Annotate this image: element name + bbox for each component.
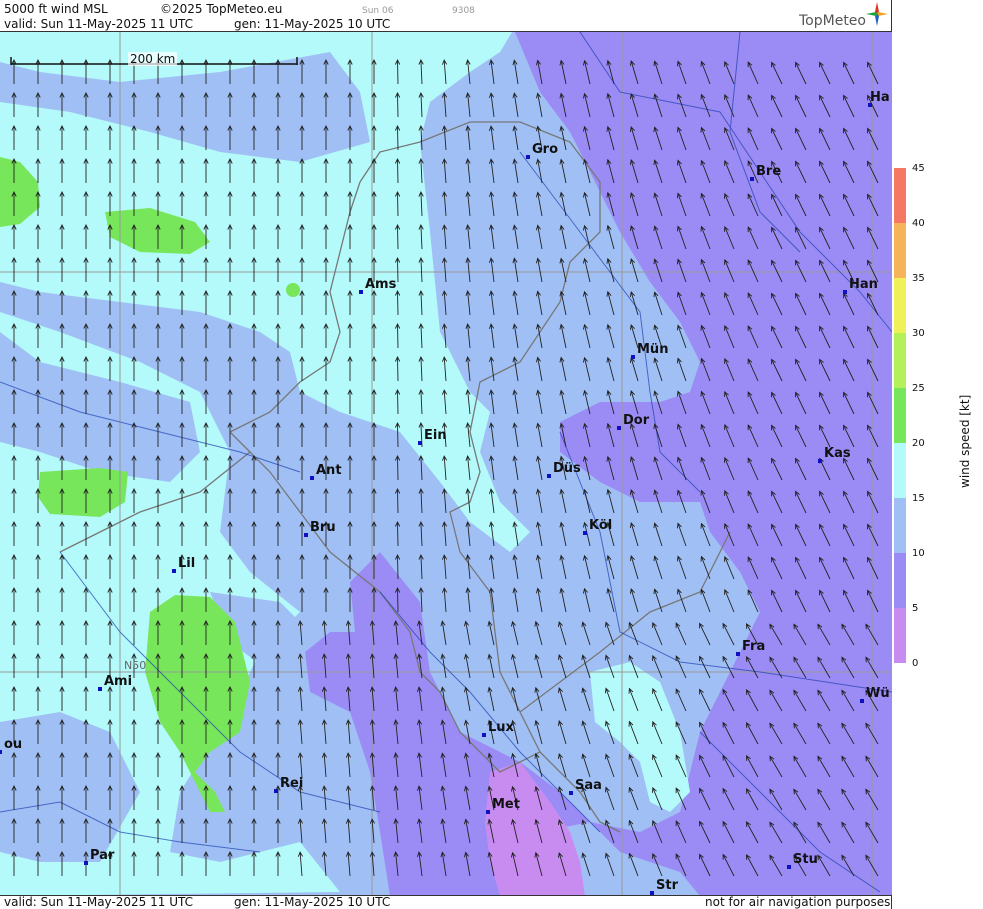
legend-tick: 30 <box>912 328 925 339</box>
city-label: Fra <box>742 639 766 654</box>
legend-title: wind speed [kt] <box>958 394 972 488</box>
legend-tick: 40 <box>912 218 925 229</box>
legend-tick: 10 <box>912 548 925 559</box>
city-marker <box>0 750 2 754</box>
city-label: Dor <box>623 413 650 428</box>
generated-time: gen: 11-May-2025 10 UTC <box>234 17 391 31</box>
compass-star-icon <box>866 2 888 26</box>
product-title: 5000 ft wind MSL <box>4 2 108 16</box>
city-marker <box>631 355 635 359</box>
city-marker <box>818 459 822 463</box>
city-marker <box>569 791 573 795</box>
city-label: Ant <box>316 463 342 478</box>
city-marker <box>418 441 422 445</box>
scale-label: 200 km <box>128 52 178 66</box>
city-marker <box>843 290 847 294</box>
footer-generated-time: gen: 11-May-2025 10 UTC <box>234 895 391 909</box>
city-label: Par <box>90 848 115 863</box>
city-marker <box>583 531 587 535</box>
city-marker <box>172 569 176 573</box>
city-marker <box>787 865 791 869</box>
city-marker <box>617 426 621 430</box>
legend-tick: 5 <box>912 603 919 614</box>
city-marker <box>310 476 314 480</box>
legend-tick: 45 <box>912 163 925 174</box>
city-marker <box>84 861 88 865</box>
legend-tick: 25 <box>912 383 925 394</box>
city-label: Bre <box>756 164 782 179</box>
city-marker <box>98 687 102 691</box>
city-label: Lux <box>488 720 514 735</box>
city-label: Bru <box>310 520 336 535</box>
legend-colorbar <box>894 168 906 663</box>
city-label: ou <box>4 737 23 752</box>
city-label: Han <box>849 277 878 292</box>
city-label: Düs <box>553 461 581 476</box>
valid-time: valid: Sun 11-May-2025 11 UTC <box>4 17 193 31</box>
city-label: Rei <box>280 776 304 791</box>
city-label: Mün <box>637 342 669 357</box>
copyright: ©2025 TopMeteo.eu <box>160 2 283 16</box>
disclaimer: not for air navigation purposes <box>705 895 891 909</box>
logo-text: TopMeteo <box>799 13 866 29</box>
city-label: Stu <box>793 852 818 867</box>
city-label: Ein <box>424 428 447 443</box>
legend-tick: 15 <box>912 493 925 504</box>
city-label: Saa <box>575 778 602 793</box>
city-label: Met <box>492 797 520 812</box>
legend-tick: 0 <box>912 658 919 669</box>
city-marker <box>274 789 278 793</box>
legend-tick: 20 <box>912 438 925 449</box>
day-label: Sun 06 <box>362 6 394 16</box>
city-marker <box>736 652 740 656</box>
wind-map[interactable] <box>0 32 892 896</box>
city-label: Str <box>656 878 678 893</box>
city-marker <box>359 290 363 294</box>
legend-tick: 35 <box>912 273 925 284</box>
code-label: 9308 <box>452 6 475 16</box>
city-label: Ami <box>104 674 133 689</box>
city-marker <box>304 533 308 537</box>
city-marker <box>860 699 864 703</box>
footer-valid-time: valid: Sun 11-May-2025 11 UTC <box>4 895 193 909</box>
city-label: Kas <box>824 446 851 461</box>
city-label: Gro <box>532 142 559 157</box>
city-label: Wü <box>866 686 890 701</box>
city-label: Lil <box>178 556 196 571</box>
city-marker <box>526 155 530 159</box>
city-label: Köl <box>589 518 613 533</box>
city-marker <box>547 474 551 478</box>
latitude-label: N50 <box>124 659 147 672</box>
city-label: Ha <box>870 90 890 105</box>
city-marker <box>750 177 754 181</box>
city-marker <box>482 733 486 737</box>
city-marker <box>486 810 490 814</box>
city-label: Ams <box>365 277 397 292</box>
